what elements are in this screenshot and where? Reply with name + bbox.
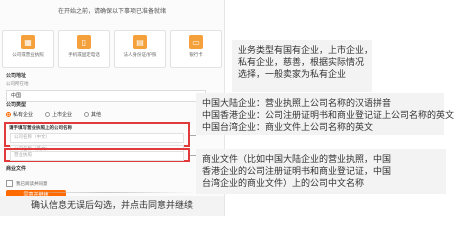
requirement-card-phone: ▯ 手机或固定电话 [58,30,110,68]
bottom-instruction: 确认信息无误后勾选，并点击同意并继续 [0,196,224,216]
bank-card-icon: ▭ [189,35,203,49]
connector-line [190,155,196,156]
requirement-card-bank: ▭ 银行卡 [170,30,222,68]
radio-dot [45,112,51,117]
connector-line [190,135,196,136]
requirement-card-license: ▦ 公司或营业执照 [2,30,54,68]
divider [16,192,196,193]
phone-icon: ▯ [77,35,91,49]
intro-text: 在开始之前，请确保以下事项已准备就绪 [57,8,166,15]
agree-checkbox-row[interactable]: 我已阅读并同意 [6,180,48,187]
radio-listed[interactable]: 上市企业 [45,111,72,118]
registration-form-panel: 在开始之前，请确保以下事项已准备就绪 ▦ 公司或营业执照 ▯ 手机或固定电话 ▤… [0,0,225,216]
annotation-business-doc: 商业文件（比如中国大陆企业的营业执照，中国 香港企业的公司注册证明书和商业登记证… [196,149,446,194]
radio-dot [84,112,90,117]
annotation-company-name: 中国大陆企业：营业执照上公司名称的汉语拼音 中国香港企业：公司注册证明书和商业登… [196,93,454,135]
requirement-cards: ▦ 公司或营业执照 ▯ 手机或固定电话 ▤ 法人身份证/护照 ▭ 银行卡 [2,30,222,68]
annotation-company-type: 业务类型有国有企业，上市企业， 私有企业，慈善，根据实际情况 选择，一般卖家为私… [232,40,373,92]
business-doc-highlight: 营业执照 [4,148,190,162]
company-type-section: 公司类型 私有企业 上市企业 其他 [6,101,206,118]
business-doc-section: 商业文件 [6,166,27,172]
requirement-card-id: ▤ 法人身份证/护照 [114,30,166,68]
company-name-cn-input[interactable]: 公司名称（中文） [10,133,184,143]
country-section: 公司地址 公司所在地 中国 ▾ [6,72,206,102]
checkbox[interactable] [6,180,13,187]
radio-other[interactable]: 其他 [84,111,101,118]
id-card-icon: ▤ [133,35,147,49]
company-name-highlight: 请手填写营业执照上的公司名称 公司名称（中文） 公司名称（英文） [4,122,190,155]
business-doc-input[interactable]: 营业执照 [10,151,184,161]
company-type-radio-group: 私有企业 上市企业 其他 [6,111,206,118]
radio-dot [6,112,11,117]
building-icon: ▦ [21,35,35,49]
radio-private[interactable]: 私有企业 [6,111,33,118]
